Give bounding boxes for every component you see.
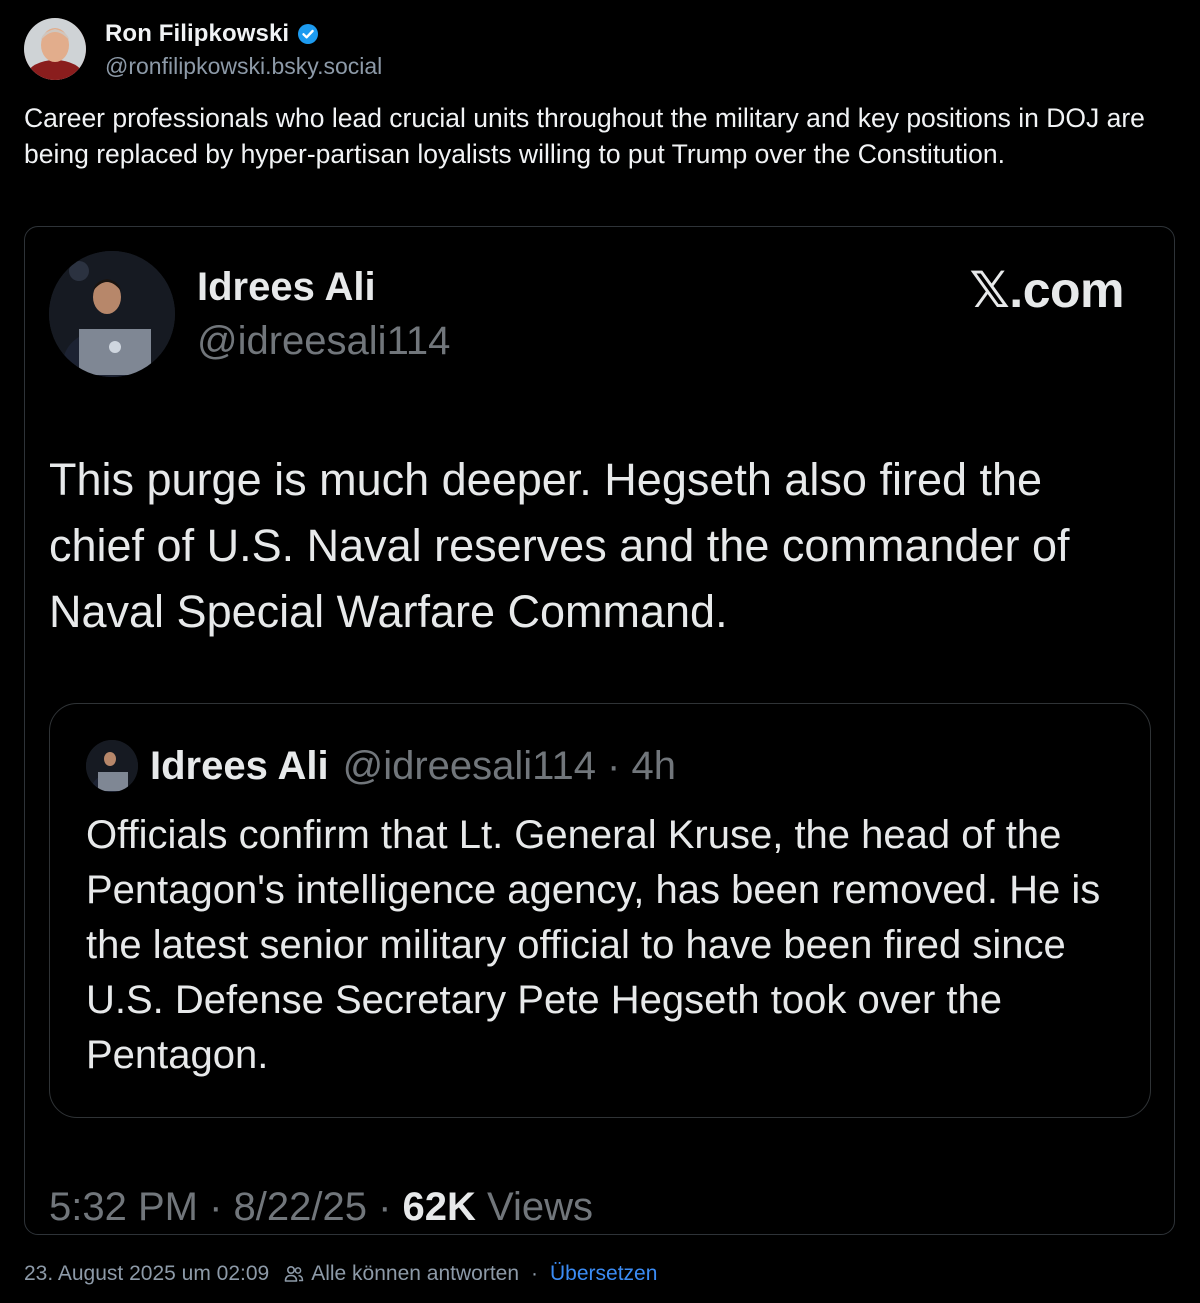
author-display-name[interactable]: Ron Filipkowski (105, 20, 289, 48)
quoted-post: Idrees Ali @idreesali114 · 4h Officials … (49, 703, 1151, 1118)
author-names: Ron Filipkowski @ronfilipkowski.bsky.soc… (105, 20, 382, 80)
embedded-screenshot[interactable]: Idrees Ali @idreesali114 𝕏.com This purg… (24, 226, 1175, 1235)
embed-author-handle: @idreesali114 (197, 319, 451, 363)
embed-views-label: Views (475, 1185, 593, 1229)
embed-post-text: This purge is much deeper. Hegseth also … (49, 454, 1070, 637)
verified-badge-icon[interactable] (297, 23, 319, 45)
post-meta-row: 23. August 2025 um 02:09 Alle können ant… (24, 1262, 657, 1286)
reply-setting[interactable]: Alle können antworten (311, 1262, 519, 1286)
embed-views-count: 62K (402, 1185, 476, 1229)
quoted-post-header: Idrees Ali @idreesali114 · 4h (86, 740, 676, 792)
meta-separator: · (531, 1262, 539, 1285)
embed-author-name: Idrees Ali (197, 265, 376, 309)
author-handle[interactable]: @ronfilipkowski.bsky.social (105, 53, 382, 80)
quoted-author-name: Idrees Ali (150, 743, 329, 788)
post-header: Ron Filipkowski @ronfilipkowski.bsky.soc… (24, 18, 382, 80)
people-icon (283, 1263, 305, 1285)
post: Ron Filipkowski @ronfilipkowski.bsky.soc… (0, 0, 1200, 1303)
embed-time-date: 5:32 PM · 8/22/25 · (49, 1185, 403, 1229)
quoted-author-avatar (86, 740, 138, 792)
post-timestamp[interactable]: 23. August 2025 um 02:09 (24, 1262, 269, 1286)
translate-link[interactable]: Übersetzen (550, 1262, 657, 1286)
author-avatar[interactable] (24, 18, 86, 80)
display-name-row: Ron Filipkowski (105, 20, 382, 48)
quoted-post-text: Officials confirm that Lt. General Kruse… (86, 813, 1101, 1077)
embed-author-avatar (49, 251, 175, 377)
x-brand-logo: 𝕏.com (969, 262, 1125, 318)
embed-footer: 5:32 PM · 8/22/25 · 62K Views (49, 1185, 593, 1230)
quoted-author-meta: @idreesali114 · 4h (342, 743, 676, 788)
post-text: Career professionals who lead crucial un… (24, 103, 1145, 169)
